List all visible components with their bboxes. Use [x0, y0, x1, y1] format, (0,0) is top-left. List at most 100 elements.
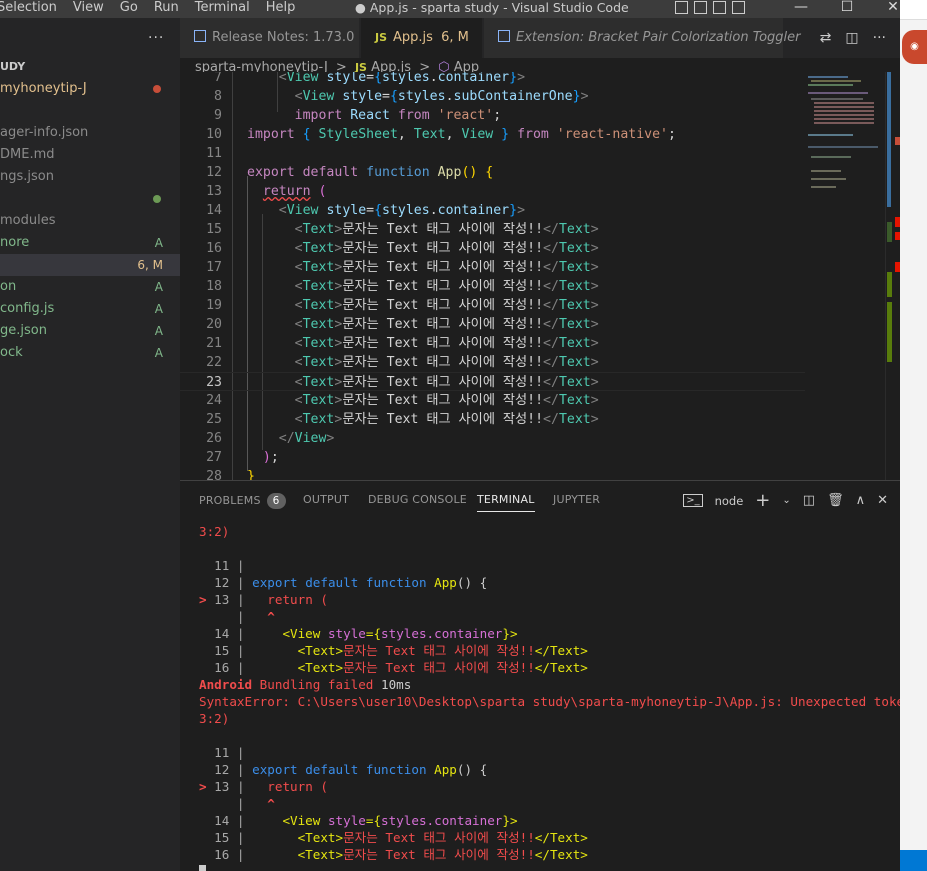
code-line[interactable]: 16 <Text>문자는 Text 태그 사이에 작성!!</Text> [180, 239, 805, 258]
line-number: 24 [206, 393, 222, 408]
new-terminal-icon[interactable]: + [755, 490, 770, 511]
sidebar-file-item[interactable] [0, 188, 180, 210]
code-line[interactable]: 26 </View> [180, 429, 805, 448]
tab-problems[interactable]: PROBLEMS 6 [199, 493, 286, 509]
code-line[interactable]: 10 import { StyleSheet, Text, View } from… [180, 125, 805, 144]
line-number: 9 [214, 108, 222, 123]
code-text: import React from 'react'; [294, 108, 502, 123]
code-line[interactable]: 22 <Text>문자는 Text 태그 사이에 작성!!</Text> [180, 353, 805, 372]
terminal-code-frame-line: 16 | <Text>문자는 Text 태그 사이에 작성!!</Text> [199, 660, 588, 675]
toggle-secondary-sidebar-icon[interactable] [713, 1, 726, 14]
more-actions-icon[interactable]: ··· [873, 18, 886, 58]
code-text: <View style={styles.container}> [278, 72, 526, 85]
close-panel-icon[interactable]: ✕ [877, 493, 888, 508]
code-line[interactable]: 21 <Text>문자는 Text 태그 사이에 작성!!</Text> [180, 334, 805, 353]
menu-go[interactable]: Go [112, 0, 146, 18]
code-line[interactable]: 19 <Text>문자는 Text 태그 사이에 작성!!</Text> [180, 296, 805, 315]
git-status-badge: A [154, 346, 163, 360]
tab-app-js[interactable]: JS App.js 6, M [361, 18, 493, 58]
sidebar-file-item[interactable]: on A [0, 276, 180, 298]
sidebar-file-item[interactable]: ock A [0, 342, 180, 364]
sidebar-file-item[interactable]: UDY [0, 56, 180, 78]
code-line[interactable]: 7 <View style={styles.container}> [180, 72, 805, 87]
file-name: ager-info.json [0, 125, 89, 140]
terminal-output[interactable]: 3:2) 11 | 12 | export default function A… [180, 517, 900, 871]
editor-scrollbar[interactable] [885, 72, 900, 480]
bundling-status: Android Bundling failed 10ms [199, 677, 412, 692]
terminal-code-frame-line: 11 | [199, 558, 245, 573]
sidebar-file-item[interactable]: 6, M [0, 254, 180, 276]
menu-help[interactable]: Help [258, 0, 304, 18]
terminal-code-frame-line: 16 | <Text>문자는 Text 태그 사이에 작성!!</Text> [199, 847, 588, 862]
sidebar-file-item[interactable]: myhoneytip-J [0, 78, 180, 100]
sidebar-file-item[interactable]: ngs.json [0, 166, 180, 188]
split-terminal-icon[interactable]: ◫ [803, 493, 815, 508]
tab-jupyter[interactable]: JUPYTER [553, 493, 600, 506]
terminal-shell-name[interactable]: node [715, 494, 744, 508]
sidebar-file-item[interactable] [0, 100, 180, 122]
file-name: myhoneytip-J [0, 81, 87, 96]
code-line[interactable]: 23 <Text>문자는 Text 태그 사이에 작성!!</Text> [180, 372, 805, 391]
line-number: 12 [206, 165, 222, 180]
trash-icon[interactable]: 🗑 [827, 493, 844, 508]
code-line[interactable]: 18 <Text>문자는 Text 태그 사이에 작성!!</Text> [180, 277, 805, 296]
code-line[interactable]: 14 <View style={styles.container}> [180, 201, 805, 220]
tab-debug-console[interactable]: DEBUG CONSOLE [368, 493, 467, 506]
customize-layout-icon[interactable] [732, 1, 745, 14]
code-line[interactable]: 11 [180, 144, 805, 163]
file-name: config.js [0, 301, 55, 316]
tab-output[interactable]: OUTPUT [303, 493, 349, 506]
line-number: 21 [206, 336, 222, 351]
toggle-sidebar-icon[interactable] [675, 1, 688, 14]
terminal-code-frame-line: 12 | export default function App() { [199, 762, 488, 777]
code-line[interactable]: 15 <Text>문자는 Text 태그 사이에 작성!!</Text> [180, 220, 805, 239]
tab-label: App.js [393, 30, 433, 45]
menu-terminal[interactable]: Terminal [187, 0, 258, 18]
code-line[interactable]: 28} [180, 467, 805, 480]
background-avatar-icon: ◉ [902, 30, 927, 64]
code-text: <Text>문자는 Text 태그 사이에 작성!!</Text> [294, 298, 599, 313]
sidebar-file-item[interactable]: ager-info.json [0, 122, 180, 144]
sidebar-file-item[interactable]: config.js A [0, 298, 180, 320]
code-editor[interactable]: 7 <View style={styles.container}> 8 <View… [180, 72, 900, 480]
maximize-button[interactable]: ☐ [824, 0, 870, 14]
menu-selection[interactable]: Selection [0, 0, 65, 18]
code-line[interactable]: 13 return ( [180, 182, 805, 201]
chevron-down-icon[interactable]: ⌄ [782, 495, 790, 506]
sidebar-file-item[interactable]: DME.md [0, 144, 180, 166]
tab-terminal[interactable]: TERMINAL [477, 493, 535, 512]
code-line[interactable]: 27 ); [180, 448, 805, 467]
code-line[interactable]: 25 <Text>문자는 Text 태그 사이에 작성!!</Text> [180, 410, 805, 429]
line-number: 17 [206, 260, 222, 275]
code-line[interactable]: 24 <Text>문자는 Text 태그 사이에 작성!!</Text> [180, 391, 805, 410]
sidebar-file-item[interactable]: modules [0, 210, 180, 232]
sidebar-file-item[interactable]: ge.json A [0, 320, 180, 342]
tab-release-notes[interactable]: Release Notes: 1.73.0 [180, 18, 360, 58]
line-number: 7 [214, 72, 222, 85]
menu-bar: Selection View Go Run Terminal Help [0, 0, 303, 18]
terminal-code-frame-line: > 13 | return ( [199, 779, 328, 794]
scrollbar-thumb[interactable] [887, 72, 891, 207]
menu-view[interactable]: View [65, 0, 112, 18]
code-line[interactable]: 9 import React from 'react'; [180, 106, 805, 125]
git-status-badge: 6, M [137, 258, 163, 272]
menu-run[interactable]: Run [146, 0, 187, 18]
minimap[interactable] [805, 74, 885, 204]
editor-actions: ⇄ ◫ ··· [820, 18, 886, 58]
code-line[interactable]: 17 <Text>문자는 Text 태그 사이에 작성!!</Text> [180, 258, 805, 277]
sidebar-file-item[interactable]: nore A [0, 232, 180, 254]
tab-extension[interactable]: Extension: Bracket Pair Colorization Tog… [484, 18, 800, 58]
maximize-panel-icon[interactable]: ∧ [856, 493, 866, 508]
minimize-button[interactable]: — [778, 0, 824, 14]
terminal-code-frame-line: | ^ [236, 796, 275, 811]
code-line[interactable]: 12 export default function App() { [180, 163, 805, 182]
compare-changes-icon[interactable]: ⇄ [820, 18, 832, 58]
toggle-panel-icon[interactable] [694, 1, 707, 14]
split-editor-icon[interactable]: ◫ [845, 18, 858, 58]
code-line[interactable]: 20 <Text>문자는 Text 태그 사이에 작성!!</Text> [180, 315, 805, 334]
window-controls: — ☐ ✕ [778, 0, 916, 14]
code-text: <Text>문자는 Text 태그 사이에 작성!!</Text> [294, 279, 599, 294]
more-actions-icon[interactable]: ··· [148, 30, 164, 46]
code-line[interactable]: 8 <View style={styles.subContainerOne}> [180, 87, 805, 106]
code-text: <Text>문자는 Text 태그 사이에 작성!!</Text> [294, 412, 599, 427]
